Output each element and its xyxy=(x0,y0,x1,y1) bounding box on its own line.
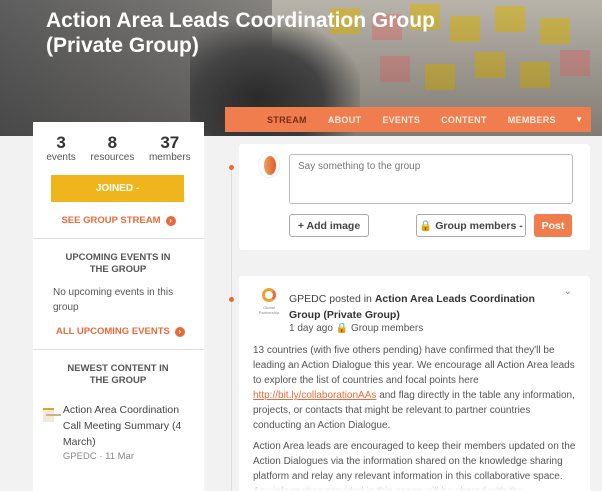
tab-content[interactable]: CONTENT xyxy=(441,115,487,125)
all-upcoming-events-link[interactable]: ALL UPCOMING EVENTS › xyxy=(33,315,204,337)
chevron-down-icon[interactable]: ⌄ xyxy=(564,286,572,297)
upcoming-events-heading: UPCOMING EVENTS IN THE GROUP xyxy=(65,252,171,275)
timeline-dot xyxy=(229,165,234,170)
stream-timeline xyxy=(231,168,232,491)
divider xyxy=(33,349,204,350)
post-header: GPEDC posted in Action Area Leads Coordi… xyxy=(289,293,535,321)
arrow-circle-icon: › xyxy=(174,326,185,337)
stat-events[interactable]: 3 events xyxy=(46,134,75,164)
post-body: 13 countries (with five others pending) … xyxy=(253,345,576,491)
timeline-dot xyxy=(229,297,234,302)
post-meta: 1 day ago 🔒 Group members xyxy=(289,323,423,334)
post-visibility: Group members xyxy=(350,323,424,334)
tab-stream[interactable]: STREAM xyxy=(267,115,307,125)
stream-post: Global Partnership GPEDC posted in Actio… xyxy=(239,276,590,491)
content-item[interactable]: Action Area Coordination Call Meeting Su… xyxy=(33,387,204,464)
content-thumbnail xyxy=(43,408,61,422)
content-item-meta: GPEDC · 11 Mar xyxy=(62,451,134,462)
content-item-title[interactable]: Action Area Coordination Call Meeting Su… xyxy=(63,402,198,450)
stat-resources[interactable]: 8 resources xyxy=(90,134,134,164)
post-group-link[interactable]: Action Area Leads Coordination Group (Pr… xyxy=(289,293,535,321)
group-title: Action Area Leads Coordination Group (Pr… xyxy=(46,9,435,57)
tabs-more-icon[interactable]: ▼ xyxy=(575,115,583,124)
group-stats: 3 events 8 resources 37 members xyxy=(33,122,204,164)
arrow-circle-icon: › xyxy=(165,215,176,226)
tab-events[interactable]: EVENTS xyxy=(382,115,420,125)
post-button[interactable]: Post xyxy=(534,214,572,237)
post-composer: + Add image 🔒 Group members - Post xyxy=(239,144,590,250)
post-link[interactable]: http://bit.ly/collaborationAAs xyxy=(253,390,376,401)
tab-members[interactable]: MEMBERS xyxy=(508,115,556,125)
no-events-text: No upcoming events in this group xyxy=(53,287,174,313)
group-sidebar: 3 events 8 resources 37 members JOINED -… xyxy=(33,122,204,491)
joined-button[interactable]: JOINED - xyxy=(51,175,184,202)
lock-icon: 🔒 xyxy=(335,323,349,334)
post-time[interactable]: 1 day ago xyxy=(289,323,333,334)
tab-about[interactable]: ABOUT xyxy=(328,115,362,125)
gpedc-logo-icon: Global Partnership xyxy=(257,288,281,318)
stat-members[interactable]: 37 members xyxy=(149,134,191,164)
add-image-button[interactable]: + Add image xyxy=(289,214,369,237)
audience-dropdown[interactable]: 🔒 Group members - xyxy=(416,214,526,237)
see-group-stream-link[interactable]: SEE GROUP STREAM › xyxy=(33,215,204,226)
avatar xyxy=(258,152,280,178)
newest-content-heading: NEWEST CONTENT IN THE GROUP xyxy=(67,363,169,386)
post-author[interactable]: GPEDC xyxy=(289,293,326,305)
divider xyxy=(33,238,204,239)
group-tabs: STREAM ABOUT EVENTS CONTENT MEMBERS ▼ xyxy=(225,107,591,132)
post-input[interactable] xyxy=(289,154,573,204)
